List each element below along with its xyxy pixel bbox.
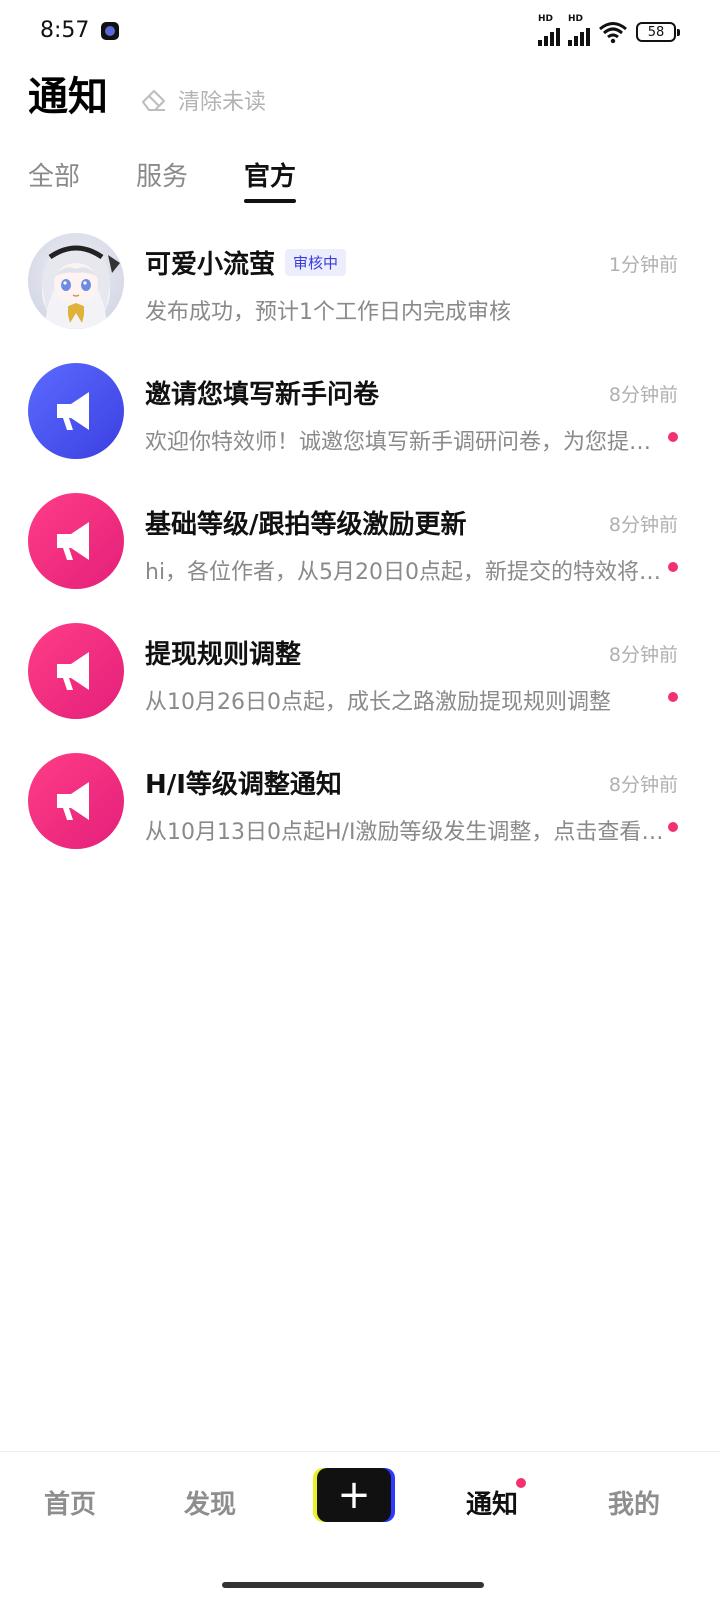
tab-service[interactable]: 服务 [136,156,188,203]
nav-mine[interactable]: 我的 [608,1484,660,1521]
signal-icon: HD [568,14,590,46]
list-item[interactable]: H/I等级调整通知 8分钟前 从10月13日0点起H/I激励等级发生调整，点击查… [0,750,720,880]
notification-time: 8分钟前 [608,514,678,536]
bottom-nav: 首页 发现 + 通知 我的 [0,1451,720,1600]
list-item[interactable]: 基础等级/跟拍等级激励更新 8分钟前 hi，各位作者，从5月20日0点起，新提交… [0,490,720,620]
tab-bar: 全部 服务 官方 [28,156,297,203]
status-time: 8:57 [40,18,90,43]
list-item[interactable]: 提现规则调整 8分钟前 从10月26日0点起，成长之路激励提现规则调整 [0,620,720,750]
notification-title: 邀请您填写新手问卷 [145,380,380,410]
notification-time: 8分钟前 [608,644,678,666]
unread-dot [668,562,678,572]
camera-app-icon [101,22,119,40]
create-button[interactable]: + [313,1468,395,1522]
notification-title: H/I等级调整通知 [145,770,342,800]
notification-time: 1分钟前 [608,254,678,276]
list-item[interactable]: 可爱小流萤 审核中 1分钟前 发布成功，预计1个工作日内完成审核 [0,230,720,360]
status-badge: 审核中 [285,249,347,276]
avatar [28,753,124,849]
status-icons: HD HD 58 [538,14,680,46]
wifi-icon [599,22,627,44]
notification-title: 基础等级/跟拍等级激励更新 [145,510,467,540]
home-indicator[interactable] [222,1582,484,1588]
unread-dot [668,432,678,442]
notification-preview: 欢迎你特效师！诚邀您填写新手调研问卷，为您提供更好的服务 [145,430,665,455]
megaphone-icon [57,522,89,560]
avatar [28,233,124,329]
notification-preview: hi，各位作者，从5月20日0点起，新提交的特效将按新规则计算 [145,560,665,585]
unread-dot [668,692,678,702]
nav-notifications-label: 通知 [466,1490,519,1520]
unread-dot [668,822,678,832]
nav-discover[interactable]: 发现 [184,1484,236,1521]
signal-icon: HD [538,14,560,46]
battery-icon: 58 [636,22,680,42]
megaphone-icon [57,652,89,690]
notification-time: 8分钟前 [608,384,678,406]
clear-unread-button[interactable]: 清除未读 [140,84,266,116]
eraser-icon [142,90,165,111]
megaphone-icon [57,782,89,820]
list-item[interactable]: 邀请您填写新手问卷 8分钟前 欢迎你特效师！诚邀您填写新手调研问卷，为您提供更好… [0,360,720,490]
plus-icon: + [317,1468,391,1522]
page-title: 通知 [28,74,108,120]
unread-dot [516,1478,527,1488]
notification-list: 可爱小流萤 审核中 1分钟前 发布成功，预计1个工作日内完成审核 邀请您填写新手… [0,230,720,880]
tab-all[interactable]: 全部 [28,156,80,203]
notification-time: 8分钟前 [608,774,678,796]
avatar [28,493,124,589]
nav-notifications[interactable]: 通知 [466,1478,527,1521]
megaphone-icon [57,392,89,430]
notification-title: 提现规则调整 [145,640,302,670]
status-bar: 8:57 HD HD 58 [0,0,720,64]
avatar [28,363,124,459]
nav-home[interactable]: 首页 [44,1484,96,1521]
avatar [28,623,124,719]
notification-preview: 发布成功，预计1个工作日内完成审核 [145,300,511,325]
clear-unread-label: 清除未读 [178,90,267,115]
tab-official[interactable]: 官方 [244,156,297,203]
notification-preview: 从10月13日0点起H/I激励等级发生调整，点击查看详情 [145,820,665,845]
notification-title: 可爱小流萤 审核中 [145,244,347,281]
notification-preview: 从10月26日0点起，成长之路激励提现规则调整 [145,690,611,715]
anime-girl-avatar-icon [42,245,120,329]
